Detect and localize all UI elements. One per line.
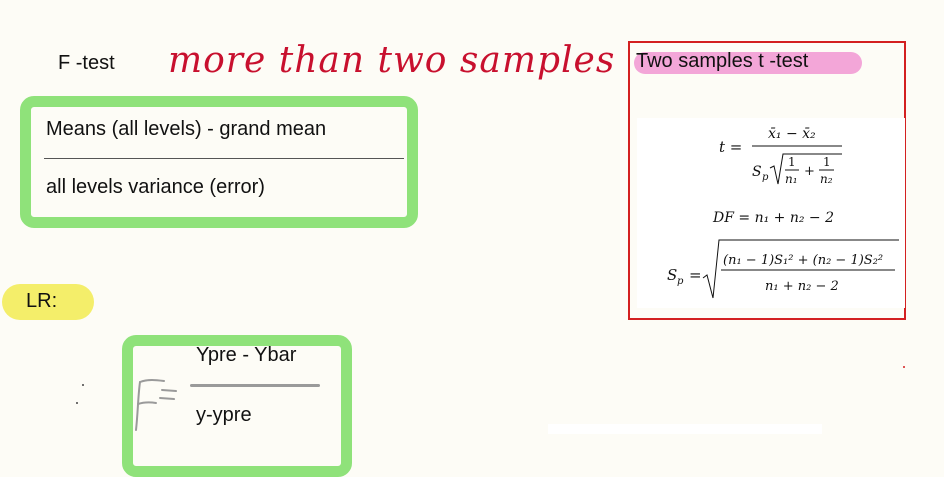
ftest-denominator: all levels variance (error) xyxy=(46,176,265,198)
t-sp: S xyxy=(752,164,762,180)
lr-label: LR: xyxy=(26,290,58,312)
lr-fraction-line xyxy=(190,384,320,387)
ttest-formula-image: t = x̄₁ − x̄₂ S p 1 n₁ + 1 n₂ DF = n₁ + … xyxy=(637,118,905,308)
t-plus: + xyxy=(804,164,815,179)
f-equals-scribble-icon: F= xyxy=(132,374,177,431)
t-one-b: 1 xyxy=(823,155,831,169)
f-symbol: F= xyxy=(132,374,134,375)
ftest-formula-highlight-box xyxy=(20,96,418,228)
df-formula: DF = n₁ + n₂ − 2 xyxy=(712,210,834,226)
blank-pasted-strip xyxy=(548,424,822,434)
ftest-handwritten-note: more than two samples xyxy=(168,40,616,81)
stray-dot xyxy=(76,402,78,404)
t-sp-sub: p xyxy=(762,172,769,183)
lr-numerator: Ypre - Ybar xyxy=(196,344,297,366)
ftest-fraction-line xyxy=(44,158,404,159)
sp-lhs: S xyxy=(667,266,677,284)
sp-lhs-sub: p xyxy=(677,276,684,287)
t-one-a: 1 xyxy=(788,155,796,169)
t-lhs: t = xyxy=(719,138,742,156)
ttest-title: Two samples t -test xyxy=(636,50,809,72)
sp-numerator: (n₁ − 1)S₁² + (n₂ − 1)S₂² xyxy=(723,253,883,268)
t-n1: n₁ xyxy=(785,172,798,186)
stray-dot xyxy=(82,384,84,386)
lr-denominator: y-ypre xyxy=(196,404,252,426)
stray-red-dot xyxy=(903,366,905,368)
ftest-label: F -test xyxy=(58,52,115,74)
sp-eq: = xyxy=(689,266,702,284)
t-n2: n₂ xyxy=(820,172,833,186)
sp-denominator: n₁ + n₂ − 2 xyxy=(765,279,839,294)
t-numerator: x̄₁ − x̄₂ xyxy=(768,126,816,142)
ftest-numerator: Means (all levels) - grand mean xyxy=(46,118,327,140)
